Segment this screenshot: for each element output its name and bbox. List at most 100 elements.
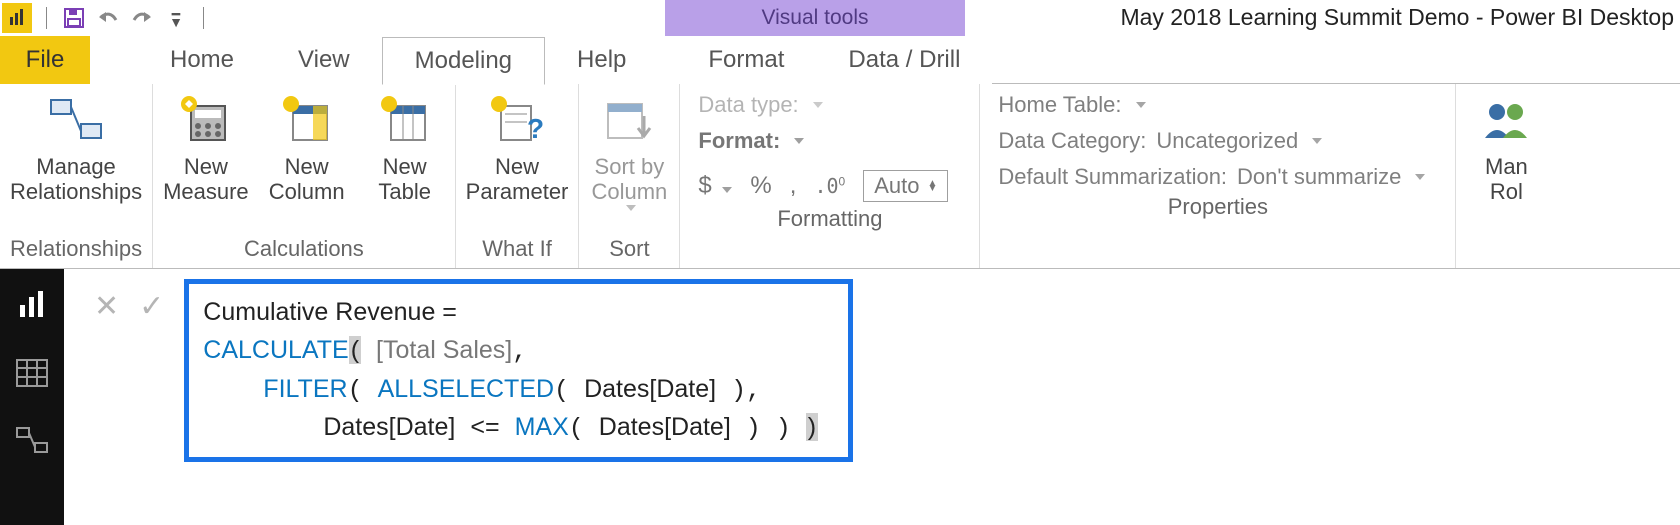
file-tab[interactable]: File — [0, 36, 90, 84]
manage-roles-label: Man Rol — [1485, 154, 1528, 205]
new-parameter-icon: ? — [491, 90, 543, 150]
work-area: ✕ ✓ Cumulative Revenue = CALCULATE( [Tot… — [0, 269, 1680, 525]
home-table-label: Home Table: — [998, 92, 1121, 118]
decimal-places-icon: .00 — [814, 174, 845, 198]
formula-line-1: Cumulative Revenue = — [203, 298, 457, 326]
tab-home[interactable]: Home — [138, 36, 266, 84]
tok-allselected: ALLSELECTED — [378, 375, 554, 403]
new-column-button[interactable]: New Column — [267, 90, 347, 232]
roles-icon — [1483, 90, 1529, 150]
chevron-down-icon — [1415, 174, 1425, 180]
new-column-label: New Column — [269, 154, 345, 205]
new-table-label: New Table — [378, 154, 431, 205]
svg-text:?: ? — [527, 113, 543, 144]
new-measure-label: New Measure — [163, 154, 249, 205]
chevron-down-icon — [813, 102, 823, 108]
new-column-icon — [283, 90, 331, 150]
percent-button[interactable]: % — [750, 172, 771, 200]
auto-value: Auto — [874, 173, 919, 199]
new-measure-icon — [181, 90, 231, 150]
format-label: Format: — [698, 128, 780, 153]
decimal-places-stepper[interactable]: Auto ▲▼ — [863, 170, 948, 202]
ribbon: Manage Relationships Relationships New M… — [0, 84, 1680, 269]
tab-view[interactable]: View — [266, 36, 382, 84]
group-sort: Sort by Column Sort — [579, 84, 680, 268]
group-security: Man Rol — [1456, 84, 1556, 268]
data-category-dropdown[interactable]: Data Category: Uncategorized — [998, 128, 1425, 154]
contextual-tab-header: Visual tools — [665, 0, 965, 36]
redo-button[interactable] — [129, 5, 155, 31]
group-calculations: New Measure New Column New Table Calcula… — [153, 84, 456, 268]
formula-bar-area: ✕ ✓ Cumulative Revenue = CALCULATE( [Tot… — [64, 269, 1680, 525]
cancel-formula-button[interactable]: ✕ — [94, 289, 119, 324]
default-summarization-dropdown[interactable]: Default Summarization: Don't summarize — [998, 164, 1425, 190]
new-measure-button[interactable]: New Measure — [163, 90, 249, 232]
qat-separator — [46, 7, 47, 29]
tok-total-sales: [Total Sales] — [376, 336, 512, 364]
chevron-down-icon — [626, 205, 636, 211]
chevron-down-icon — [1312, 138, 1322, 144]
tab-data-drill[interactable]: Data / Drill — [816, 36, 992, 84]
window-title: May 2018 Learning Summit Demo - Power BI… — [1120, 4, 1674, 31]
tab-format[interactable]: Format — [676, 36, 816, 84]
sort-icon — [604, 90, 654, 150]
data-type-dropdown[interactable]: Data type: — [698, 92, 949, 118]
group-properties: Home Table: Data Category: Uncategorized… — [980, 84, 1456, 268]
formula-editor[interactable]: Cumulative Revenue = CALCULATE( [Total S… — [184, 279, 853, 462]
tabs-spacer — [992, 36, 1680, 84]
powerbi-logo-icon — [2, 3, 32, 33]
new-table-button[interactable]: New Table — [365, 90, 445, 232]
tok-dates-2: Dates[Date] — [323, 413, 455, 441]
group-label-spacer — [1466, 232, 1546, 268]
qat-customize-dropdown[interactable]: ━▼ — [163, 5, 189, 31]
commit-formula-button[interactable]: ✓ — [139, 289, 164, 324]
manage-relationships-button[interactable]: Manage Relationships — [10, 90, 142, 232]
default-summ-label: Default Summarization: — [998, 164, 1227, 190]
data-category-label: Data Category: — [998, 128, 1146, 154]
undo-button[interactable] — [95, 5, 121, 31]
tok-filter: FILTER — [263, 375, 347, 403]
new-parameter-label: New Parameter — [466, 154, 569, 205]
model-view-button[interactable] — [16, 427, 48, 453]
group-label: Calculations — [163, 232, 445, 268]
group-label: Formatting — [690, 202, 969, 238]
save-button[interactable] — [61, 5, 87, 31]
chevron-down-icon — [1136, 102, 1146, 108]
qat-separator — [203, 7, 204, 29]
formula-action-buttons: ✕ ✓ — [94, 279, 164, 324]
group-whatif: ? New Parameter What If — [456, 84, 580, 268]
tok-dates-3: Dates[Date] — [599, 413, 731, 441]
chevron-down-icon — [794, 138, 804, 144]
quick-access-toolbar: ━▼ — [0, 3, 210, 33]
sort-by-column-button[interactable]: Sort by Column — [589, 90, 669, 232]
tok-lte: <= — [470, 413, 499, 441]
home-table-dropdown[interactable]: Home Table: — [998, 92, 1425, 118]
format-dropdown[interactable]: Format: — [698, 128, 949, 154]
new-table-icon — [381, 90, 429, 150]
thousands-button[interactable]: , — [790, 172, 797, 200]
paren-open-highlight: ( — [349, 336, 361, 364]
report-view-button[interactable] — [16, 289, 48, 319]
tok-max: MAX — [515, 413, 569, 441]
data-view-button[interactable] — [16, 359, 48, 387]
group-label: Properties — [990, 190, 1445, 226]
tab-help[interactable]: Help — [545, 36, 658, 84]
group-relationships: Manage Relationships Relationships — [0, 84, 153, 268]
currency-button[interactable]: $ — [698, 172, 732, 200]
chevron-down-icon — [722, 187, 732, 193]
sort-by-column-label: Sort by Column — [591, 154, 667, 205]
default-summ-value: Don't summarize — [1237, 164, 1401, 190]
tok-calculate: CALCULATE — [203, 336, 348, 364]
ribbon-tabs: File Home View Modeling Help Format Data… — [0, 36, 1680, 84]
manage-relationships-label: Manage Relationships — [10, 154, 142, 205]
new-parameter-button[interactable]: ? New Parameter — [466, 90, 569, 232]
group-formatting: Data type: Format: $ % , .00 Auto ▲▼ For… — [680, 84, 980, 268]
view-switcher-rail — [0, 269, 64, 525]
tab-modeling[interactable]: Modeling — [382, 37, 545, 85]
manage-roles-button[interactable]: Man Rol — [1466, 90, 1546, 232]
group-label: Sort — [589, 232, 669, 268]
data-category-value: Uncategorized — [1156, 128, 1298, 154]
group-label: Relationships — [10, 232, 142, 268]
data-type-label: Data type: — [698, 92, 798, 118]
relationships-icon — [49, 90, 103, 150]
